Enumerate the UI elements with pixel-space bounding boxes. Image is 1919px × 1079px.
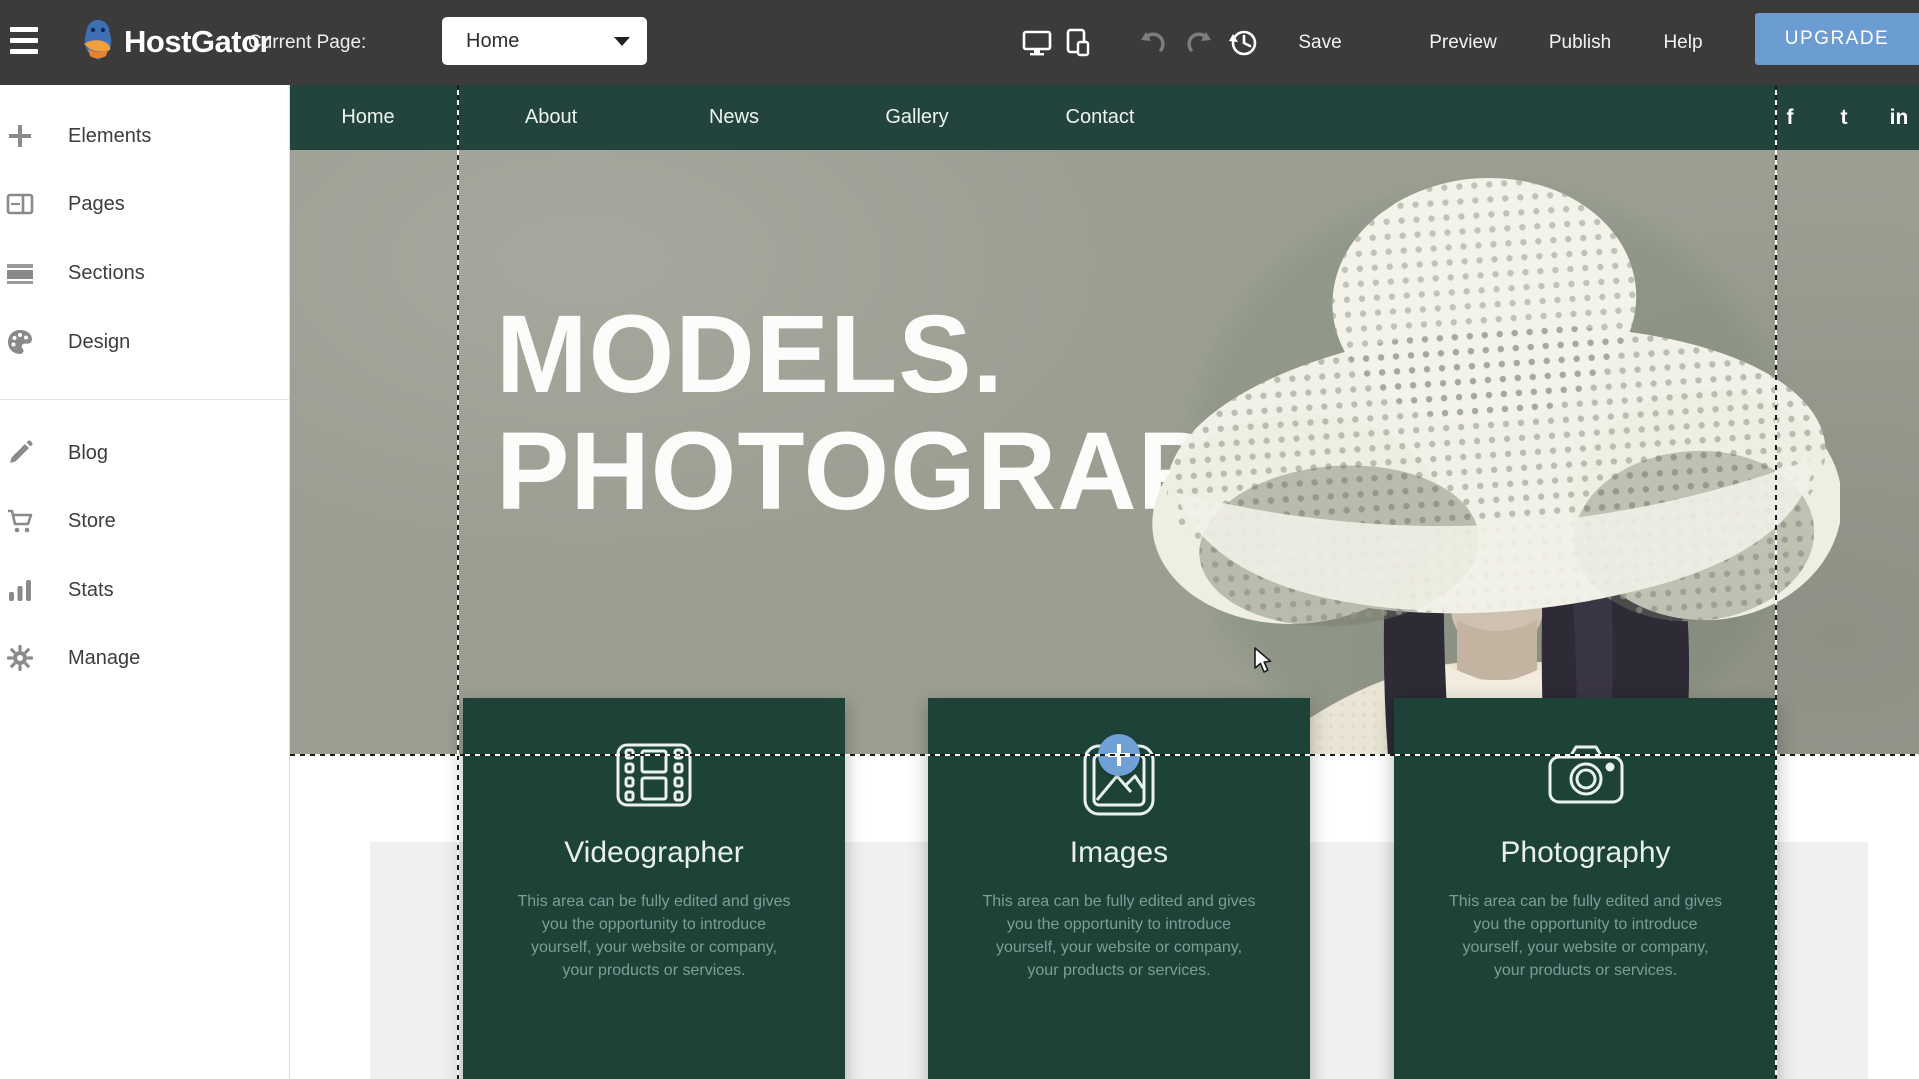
site-nav-news[interactable]: News	[709, 85, 759, 150]
card-title: Photography	[1394, 836, 1777, 870]
content-boundary-left	[457, 85, 459, 1079]
bar-chart-icon	[6, 576, 34, 604]
site-nav-about[interactable]: About	[525, 85, 577, 150]
gator-mascot-icon	[78, 18, 118, 67]
upgrade-button[interactable]: UPGRADE	[1755, 13, 1919, 65]
card-body-text: This area can be fully edited and gives …	[516, 890, 792, 982]
page-dropdown[interactable]: Home	[442, 17, 647, 65]
menu-icon[interactable]	[10, 27, 40, 57]
chevron-down-icon	[614, 37, 630, 46]
sidebar-item-label: Store	[68, 499, 116, 543]
sidebar-item-label: Design	[68, 320, 130, 364]
sidebar-item-store[interactable]: Store	[0, 499, 289, 543]
sections-icon	[6, 259, 34, 287]
site-nav-home[interactable]: Home	[341, 85, 394, 150]
sidebar-divider	[0, 399, 289, 400]
publish-button[interactable]: Publish	[1549, 0, 1611, 85]
editor-topbar: HostGator Current Page: Home Save Previe…	[0, 0, 1919, 85]
sidebar-item-sections[interactable]: Sections	[0, 251, 289, 295]
help-button[interactable]: Help	[1663, 0, 1702, 85]
pencil-icon	[6, 439, 34, 467]
editor-sidebar: Elements Pages Sections Design Blog Stor…	[0, 85, 290, 1079]
sidebar-item-label: Manage	[68, 636, 140, 680]
section-boundary	[290, 754, 1919, 756]
history-icon[interactable]	[1228, 28, 1258, 58]
undo-icon[interactable]	[1138, 28, 1168, 58]
facebook-icon[interactable]: f	[1787, 85, 1794, 150]
current-page-label: Current Page:	[248, 0, 366, 85]
site-nav-contact[interactable]: Contact	[1066, 85, 1135, 150]
sidebar-item-blog[interactable]: Blog	[0, 431, 289, 475]
sidebar-item-pages[interactable]: Pages	[0, 182, 289, 226]
sidebar-item-stats[interactable]: Stats	[0, 568, 289, 612]
film-icon	[615, 742, 693, 813]
site-canvas: Home About News Gallery Contact f t in M…	[290, 85, 1919, 1079]
gear-icon	[6, 644, 34, 672]
desktop-view-icon[interactable]	[1022, 28, 1052, 58]
sidebar-item-label: Blog	[68, 431, 108, 475]
sidebar-item-label: Stats	[68, 568, 114, 612]
preview-button[interactable]: Preview	[1429, 0, 1497, 85]
hero-section[interactable]: MODELS. PHOTOGRAPHY	[290, 150, 1919, 756]
mobile-view-icon[interactable]	[1063, 28, 1093, 58]
sidebar-item-label: Elements	[68, 114, 151, 158]
linkedin-icon[interactable]: in	[1890, 85, 1909, 150]
content-boundary-right	[1775, 85, 1777, 1079]
sidebar-item-label: Sections	[68, 251, 145, 295]
site-nav-gallery[interactable]: Gallery	[885, 85, 948, 150]
hostgator-logo: HostGator	[78, 18, 271, 66]
camera-icon	[1546, 742, 1626, 811]
page-dropdown-value: Home	[466, 30, 519, 53]
card-body-text: This area can be fully edited and gives …	[981, 890, 1257, 982]
site-navbar: Home About News Gallery Contact f t in	[290, 85, 1919, 150]
pages-icon	[6, 190, 34, 218]
mouse-cursor	[1253, 647, 1275, 680]
save-button[interactable]: Save	[1298, 0, 1341, 85]
twitter-icon[interactable]: t	[1841, 85, 1848, 150]
sidebar-item-label: Pages	[68, 182, 125, 226]
redo-icon[interactable]	[1184, 28, 1214, 58]
cart-icon	[6, 507, 34, 535]
card-body-text: This area can be fully edited and gives …	[1448, 890, 1724, 982]
hero-photo[interactable]	[1140, 150, 1840, 756]
palette-icon	[6, 328, 34, 356]
sidebar-item-elements[interactable]: Elements	[0, 114, 289, 158]
sidebar-item-manage[interactable]: Manage	[0, 636, 289, 680]
card-title: Images	[928, 836, 1310, 870]
sidebar-item-design[interactable]: Design	[0, 320, 289, 364]
plus-icon	[6, 122, 34, 150]
card-title: Videographer	[463, 836, 845, 870]
